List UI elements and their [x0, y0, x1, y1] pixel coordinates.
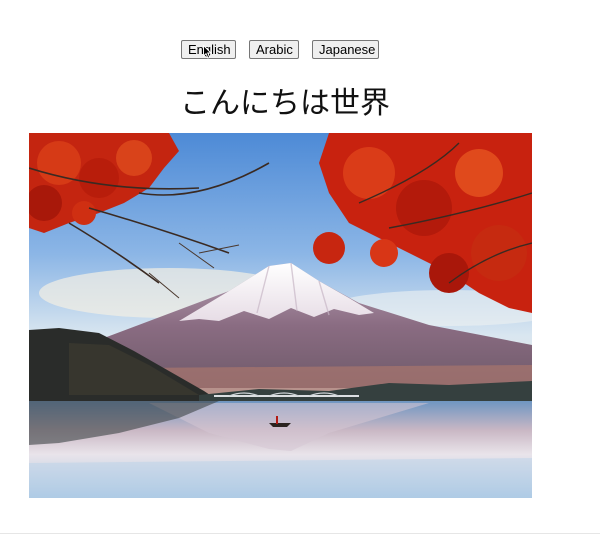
- arabic-button[interactable]: Arabic: [249, 40, 299, 59]
- japanese-button[interactable]: Japanese: [312, 40, 379, 59]
- landscape-image: [29, 133, 532, 498]
- mount-fuji-photo: [29, 133, 532, 498]
- greeting-heading: こんにちは世界: [180, 86, 390, 121]
- mouse-cursor-icon: [203, 45, 213, 59]
- page-bottom-divider: [0, 533, 600, 534]
